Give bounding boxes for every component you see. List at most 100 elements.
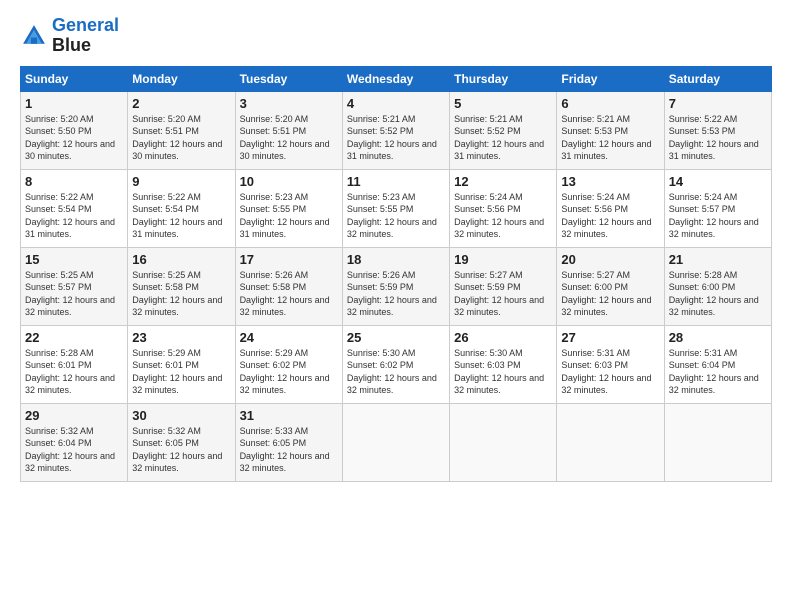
day-number: 2 (132, 96, 230, 111)
day-number: 27 (561, 330, 659, 345)
cell-info: Sunrise: 5:20 AMSunset: 5:51 PMDaylight:… (132, 113, 230, 163)
cell-info: Sunrise: 5:22 AMSunset: 5:54 PMDaylight:… (132, 191, 230, 241)
day-number: 11 (347, 174, 445, 189)
calendar-cell: 3 Sunrise: 5:20 AMSunset: 5:51 PMDaylight… (235, 91, 342, 169)
day-number: 19 (454, 252, 552, 267)
cell-info: Sunrise: 5:28 AMSunset: 6:00 PMDaylight:… (669, 269, 767, 319)
cell-info: Sunrise: 5:23 AMSunset: 5:55 PMDaylight:… (240, 191, 338, 241)
col-header-wednesday: Wednesday (342, 66, 449, 91)
day-number: 17 (240, 252, 338, 267)
cell-info: Sunrise: 5:32 AMSunset: 6:04 PMDaylight:… (25, 425, 123, 475)
day-number: 26 (454, 330, 552, 345)
logo-icon (20, 22, 48, 50)
calendar-cell: 14 Sunrise: 5:24 AMSunset: 5:57 PMDayligh… (664, 169, 771, 247)
day-number: 21 (669, 252, 767, 267)
day-number: 28 (669, 330, 767, 345)
page: General Blue SundayMondayTuesdayWednesda… (0, 0, 792, 612)
day-number: 3 (240, 96, 338, 111)
day-number: 8 (25, 174, 123, 189)
cell-info: Sunrise: 5:33 AMSunset: 6:05 PMDaylight:… (240, 425, 338, 475)
cell-info: Sunrise: 5:29 AMSunset: 6:02 PMDaylight:… (240, 347, 338, 397)
calendar-cell: 19 Sunrise: 5:27 AMSunset: 5:59 PMDayligh… (450, 247, 557, 325)
calendar-cell: 13 Sunrise: 5:24 AMSunset: 5:56 PMDayligh… (557, 169, 664, 247)
cell-info: Sunrise: 5:31 AMSunset: 6:04 PMDaylight:… (669, 347, 767, 397)
calendar-cell: 27 Sunrise: 5:31 AMSunset: 6:03 PMDayligh… (557, 325, 664, 403)
day-number: 14 (669, 174, 767, 189)
cell-info: Sunrise: 5:26 AMSunset: 5:58 PMDaylight:… (240, 269, 338, 319)
cell-info: Sunrise: 5:22 AMSunset: 5:54 PMDaylight:… (25, 191, 123, 241)
calendar-cell: 26 Sunrise: 5:30 AMSunset: 6:03 PMDayligh… (450, 325, 557, 403)
day-number: 4 (347, 96, 445, 111)
cell-info: Sunrise: 5:29 AMSunset: 6:01 PMDaylight:… (132, 347, 230, 397)
calendar-cell: 24 Sunrise: 5:29 AMSunset: 6:02 PMDayligh… (235, 325, 342, 403)
calendar-header-row: SundayMondayTuesdayWednesdayThursdayFrid… (21, 66, 772, 91)
cell-info: Sunrise: 5:27 AMSunset: 5:59 PMDaylight:… (454, 269, 552, 319)
week-row-4: 22Sunrise: 5:28 AMSunset: 6:01 PMDayligh… (21, 325, 772, 403)
col-header-thursday: Thursday (450, 66, 557, 91)
day-number: 7 (669, 96, 767, 111)
calendar-cell: 30 Sunrise: 5:32 AMSunset: 6:05 PMDayligh… (128, 403, 235, 481)
calendar-cell (450, 403, 557, 481)
day-number: 23 (132, 330, 230, 345)
calendar-cell: 8 Sunrise: 5:22 AMSunset: 5:54 PMDaylight… (21, 169, 128, 247)
cell-info: Sunrise: 5:21 AMSunset: 5:52 PMDaylight:… (347, 113, 445, 163)
day-number: 13 (561, 174, 659, 189)
week-row-2: 8 Sunrise: 5:22 AMSunset: 5:54 PMDaylight… (21, 169, 772, 247)
calendar-cell: 9Sunrise: 5:22 AMSunset: 5:54 PMDaylight… (128, 169, 235, 247)
cell-info: Sunrise: 5:23 AMSunset: 5:55 PMDaylight:… (347, 191, 445, 241)
cell-info: Sunrise: 5:30 AMSunset: 6:02 PMDaylight:… (347, 347, 445, 397)
col-header-tuesday: Tuesday (235, 66, 342, 91)
day-number: 29 (25, 408, 123, 423)
calendar-cell: 16 Sunrise: 5:25 AMSunset: 5:58 PMDayligh… (128, 247, 235, 325)
cell-info: Sunrise: 5:20 AMSunset: 5:51 PMDaylight:… (240, 113, 338, 163)
calendar-cell: 23 Sunrise: 5:29 AMSunset: 6:01 PMDayligh… (128, 325, 235, 403)
calendar-cell: 18 Sunrise: 5:26 AMSunset: 5:59 PMDayligh… (342, 247, 449, 325)
calendar-cell: 22Sunrise: 5:28 AMSunset: 6:01 PMDayligh… (21, 325, 128, 403)
logo-text-blue: Blue (52, 36, 119, 56)
day-number: 24 (240, 330, 338, 345)
calendar-cell: 2 Sunrise: 5:20 AMSunset: 5:51 PMDaylight… (128, 91, 235, 169)
day-number: 18 (347, 252, 445, 267)
day-number: 6 (561, 96, 659, 111)
day-number: 25 (347, 330, 445, 345)
cell-info: Sunrise: 5:30 AMSunset: 6:03 PMDaylight:… (454, 347, 552, 397)
col-header-monday: Monday (128, 66, 235, 91)
week-row-5: 29 Sunrise: 5:32 AMSunset: 6:04 PMDayligh… (21, 403, 772, 481)
cell-info: Sunrise: 5:27 AMSunset: 6:00 PMDaylight:… (561, 269, 659, 319)
day-number: 22 (25, 330, 123, 345)
cell-info: Sunrise: 5:24 AMSunset: 5:56 PMDaylight:… (454, 191, 552, 241)
calendar-cell: 29 Sunrise: 5:32 AMSunset: 6:04 PMDayligh… (21, 403, 128, 481)
cell-info: Sunrise: 5:21 AMSunset: 5:53 PMDaylight:… (561, 113, 659, 163)
cell-info: Sunrise: 5:25 AMSunset: 5:58 PMDaylight:… (132, 269, 230, 319)
cell-info: Sunrise: 5:31 AMSunset: 6:03 PMDaylight:… (561, 347, 659, 397)
cell-info: Sunrise: 5:32 AMSunset: 6:05 PMDaylight:… (132, 425, 230, 475)
cell-info: Sunrise: 5:22 AMSunset: 5:53 PMDaylight:… (669, 113, 767, 163)
cell-info: Sunrise: 5:25 AMSunset: 5:57 PMDaylight:… (25, 269, 123, 319)
cell-info: Sunrise: 5:21 AMSunset: 5:52 PMDaylight:… (454, 113, 552, 163)
cell-info: Sunrise: 5:20 AMSunset: 5:50 PMDaylight:… (25, 113, 123, 163)
cell-info: Sunrise: 5:26 AMSunset: 5:59 PMDaylight:… (347, 269, 445, 319)
calendar-cell: 1Sunrise: 5:20 AMSunset: 5:50 PMDaylight… (21, 91, 128, 169)
calendar-cell: 7 Sunrise: 5:22 AMSunset: 5:53 PMDaylight… (664, 91, 771, 169)
calendar-cell: 12Sunrise: 5:24 AMSunset: 5:56 PMDayligh… (450, 169, 557, 247)
calendar-cell: 25 Sunrise: 5:30 AMSunset: 6:02 PMDayligh… (342, 325, 449, 403)
day-number: 30 (132, 408, 230, 423)
col-header-friday: Friday (557, 66, 664, 91)
calendar-table: SundayMondayTuesdayWednesdayThursdayFrid… (20, 66, 772, 482)
week-row-3: 15Sunrise: 5:25 AMSunset: 5:57 PMDayligh… (21, 247, 772, 325)
calendar-cell: 6 Sunrise: 5:21 AMSunset: 5:53 PMDaylight… (557, 91, 664, 169)
calendar-cell: 15Sunrise: 5:25 AMSunset: 5:57 PMDayligh… (21, 247, 128, 325)
logo-text-general: General (52, 16, 119, 36)
calendar-cell (342, 403, 449, 481)
calendar-cell (664, 403, 771, 481)
day-number: 5 (454, 96, 552, 111)
cell-info: Sunrise: 5:24 AMSunset: 5:56 PMDaylight:… (561, 191, 659, 241)
calendar-cell: 31 Sunrise: 5:33 AMSunset: 6:05 PMDayligh… (235, 403, 342, 481)
day-number: 31 (240, 408, 338, 423)
cell-info: Sunrise: 5:24 AMSunset: 5:57 PMDaylight:… (669, 191, 767, 241)
day-number: 16 (132, 252, 230, 267)
calendar-cell: 17 Sunrise: 5:26 AMSunset: 5:58 PMDayligh… (235, 247, 342, 325)
calendar-cell: 21 Sunrise: 5:28 AMSunset: 6:00 PMDayligh… (664, 247, 771, 325)
calendar-cell: 5 Sunrise: 5:21 AMSunset: 5:52 PMDaylight… (450, 91, 557, 169)
calendar-cell: 4 Sunrise: 5:21 AMSunset: 5:52 PMDaylight… (342, 91, 449, 169)
